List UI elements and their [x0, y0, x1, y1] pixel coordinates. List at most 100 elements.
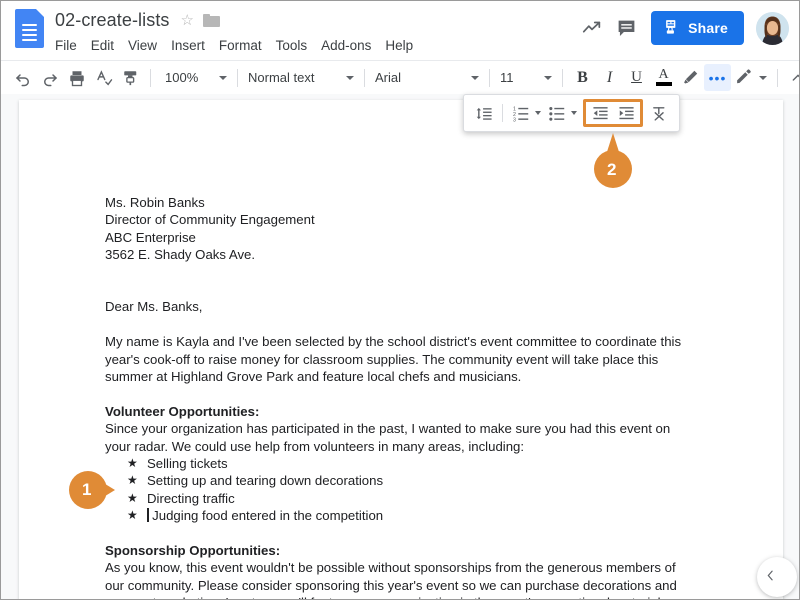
text-color-swatch — [655, 82, 672, 86]
callout-badge-2: 2 — [589, 133, 637, 193]
formatting-toolbar: 100% Normal text Arial 11 B I U A ••• — [1, 60, 799, 94]
intro-paragraph: My name is Kayla and I've been selected … — [105, 334, 682, 385]
callout-badge-1: 1 — [69, 471, 137, 509]
menu-item-format[interactable]: Format — [212, 36, 269, 55]
callout-badge-2-number: 2 — [607, 160, 617, 179]
share-button-label: Share — [688, 20, 728, 36]
paragraph-style-dropdown[interactable]: Normal text — [244, 64, 358, 91]
collapse-toolbar-button[interactable] — [784, 64, 799, 91]
toolbar-divider — [489, 68, 490, 87]
address-line: Ms. Robin Banks — [105, 195, 205, 210]
google-docs-window: 02-create-lists ☆ File Edit View Insert … — [0, 0, 800, 600]
chevron-down-icon — [219, 75, 227, 80]
address-line: 3562 E. Shady Oaks Ave. — [105, 247, 256, 263]
volunteer-paragraph: Since your organization has participated… — [105, 421, 671, 454]
title-row: 02-create-lists ☆ — [55, 7, 575, 33]
star-outline-icon[interactable]: ☆ — [181, 13, 194, 28]
font-size-dropdown[interactable]: 11 — [496, 64, 556, 91]
toolbar-divider — [237, 68, 238, 87]
menu-item-insert[interactable]: Insert — [164, 36, 212, 55]
increase-indent-icon[interactable] — [613, 100, 639, 126]
paragraph-style-value: Normal text — [248, 70, 315, 85]
line-spacing-icon[interactable] — [471, 100, 497, 126]
menu-item-tools[interactable]: Tools — [269, 36, 315, 55]
menu-bar: File Edit View Insert Format Tools Add-o… — [55, 34, 575, 56]
italic-button[interactable]: I — [596, 64, 623, 91]
share-lock-icon — [664, 18, 681, 38]
paint-format-icon[interactable] — [117, 64, 144, 91]
google-docs-logo-icon — [15, 9, 45, 49]
chevron-down-icon[interactable] — [571, 111, 577, 115]
address-line: ABC Enterprise — [105, 229, 196, 245]
text-color-button[interactable]: A — [650, 64, 677, 91]
menu-item-view[interactable]: View — [121, 36, 164, 55]
font-family-dropdown[interactable]: Arial — [371, 64, 483, 91]
document-canvas[interactable]: Ms. Robin Banks Director of Community En… — [1, 94, 799, 599]
document-title[interactable]: 02-create-lists — [55, 10, 170, 31]
text-cursor — [147, 508, 149, 523]
redo-icon[interactable] — [36, 64, 63, 91]
folder-icon[interactable] — [203, 13, 220, 27]
user-avatar[interactable] — [756, 11, 789, 45]
clear-formatting-icon[interactable] — [646, 100, 672, 126]
list-item[interactable]: ★ Setting up and tearing down decoration… — [105, 472, 685, 489]
list-item[interactable]: ★ Judging food entered in the competitio… — [105, 507, 685, 524]
volunteer-heading: Volunteer Opportunities: — [105, 403, 260, 419]
sponsorship-heading: Sponsorship Opportunities: — [105, 543, 281, 559]
bulleted-list-icon[interactable] — [544, 100, 570, 126]
comment-icon[interactable] — [609, 11, 643, 45]
chevron-down-icon — [471, 75, 479, 80]
toolbar-divider — [150, 68, 151, 87]
text-color-label: A — [658, 67, 669, 82]
activity-trend-icon[interactable] — [575, 11, 609, 45]
chevron-down-icon — [544, 75, 552, 80]
chevron-down-icon[interactable] — [535, 111, 541, 115]
callout-badge-1-number: 1 — [82, 480, 92, 499]
bold-button[interactable]: B — [569, 64, 596, 91]
print-icon[interactable] — [63, 64, 90, 91]
toolbar-divider — [562, 68, 563, 87]
svg-text:3: 3 — [513, 117, 516, 122]
more-formatting-options-button[interactable]: ••• — [704, 64, 731, 91]
sponsorship-paragraph: As you know, this event wouldn't be poss… — [105, 560, 677, 599]
highlight-pen-icon[interactable] — [677, 64, 704, 91]
chevron-left-icon — [764, 569, 777, 586]
salutation: Dear Ms. Banks, — [105, 299, 203, 315]
address-line: Director of Community Engagement — [105, 212, 315, 228]
overflow-formatting-toolbar: 1 2 3 — [463, 94, 680, 132]
editing-mode-dropdown[interactable] — [731, 64, 771, 91]
undo-icon[interactable] — [9, 64, 36, 91]
decrease-indent-icon[interactable] — [587, 100, 613, 126]
list-item-label: Selling tickets — [147, 456, 228, 472]
toolbar-divider — [502, 104, 503, 122]
list-item-label: Directing traffic — [147, 490, 235, 506]
document-text-body[interactable]: Ms. Robin Banks Director of Community En… — [105, 194, 685, 599]
explore-panel-toggle[interactable] — [757, 557, 797, 597]
spellcheck-icon[interactable] — [90, 64, 117, 91]
zoom-value: 100% — [165, 70, 199, 85]
numbered-list-icon[interactable]: 1 2 3 — [508, 100, 534, 126]
document-page[interactable]: Ms. Robin Banks Director of Community En… — [19, 100, 797, 599]
share-button[interactable]: Share — [651, 11, 744, 45]
underline-button[interactable]: U — [623, 64, 650, 91]
chevron-down-icon — [759, 75, 767, 80]
list-item[interactable]: ★ Directing traffic — [105, 490, 685, 507]
volunteer-bullet-list[interactable]: ★ Selling tickets ★ Setting up and teari… — [105, 455, 685, 525]
menu-item-file[interactable]: File — [48, 36, 84, 55]
list-item-label: Judging food entered in the competition — [152, 508, 384, 524]
chevron-down-icon — [346, 75, 354, 80]
menu-item-edit[interactable]: Edit — [84, 36, 121, 55]
header-actions: Share — [575, 11, 789, 45]
font-size-value: 11 — [500, 70, 514, 85]
menu-item-addons[interactable]: Add-ons — [314, 36, 378, 55]
indent-buttons-highlight — [583, 99, 643, 127]
star-bullet-icon: ★ — [127, 508, 138, 523]
zoom-dropdown[interactable]: 100% — [161, 64, 231, 91]
menu-item-help[interactable]: Help — [378, 36, 420, 55]
list-item[interactable]: ★ Selling tickets — [105, 455, 685, 472]
star-bullet-icon: ★ — [127, 456, 138, 471]
title-and-menu: 02-create-lists ☆ File Edit View Insert … — [55, 7, 575, 56]
